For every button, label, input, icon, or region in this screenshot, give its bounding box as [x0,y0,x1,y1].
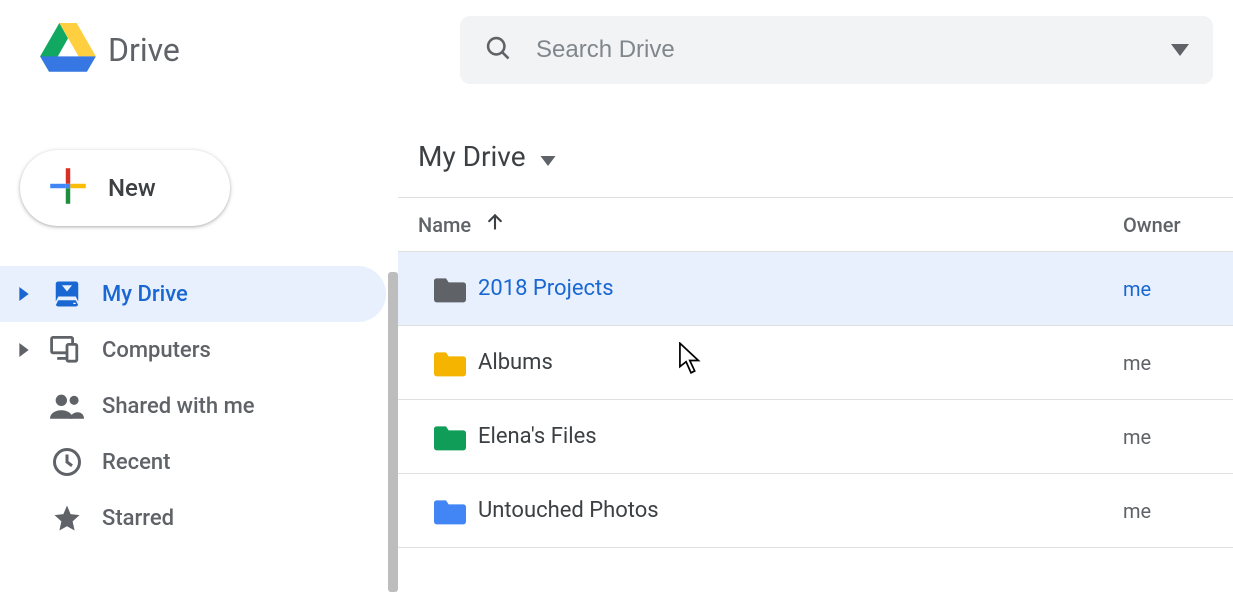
expand-icon[interactable] [16,343,32,357]
chevron-down-icon [540,140,556,173]
sidebar-item-label: Computers [102,338,211,363]
sidebar-item-label: Starred [102,506,174,531]
shared-icon [50,393,84,419]
file-name: Albums [478,350,1123,375]
search-icon [484,34,512,66]
file-row[interactable]: 2018 Projectsme [398,252,1233,326]
file-row[interactable]: Untouched Photosme [398,474,1233,548]
sidebar-item-shared[interactable]: Shared with me [0,378,386,434]
expand-icon[interactable] [16,287,32,301]
sidebar-item-label: My Drive [102,282,188,307]
column-headers: Name Owner [398,198,1233,252]
clock-icon [50,447,84,477]
folder-icon [434,497,478,525]
folder-icon [434,275,478,303]
breadcrumb-label: My Drive [418,140,526,173]
new-button[interactable]: New [20,150,230,226]
sort-ascending-icon[interactable] [485,212,505,237]
file-list: 2018 ProjectsmeAlbumsmeElena's FilesmeUn… [398,252,1233,548]
sidebar-nav: My Drive Computers [0,266,398,546]
search-input[interactable] [536,36,1147,64]
sidebar-item-computers[interactable]: Computers [0,322,386,378]
star-icon [50,503,84,533]
drive-logo-icon [40,23,96,77]
drive-logo-lockup[interactable]: Drive [40,23,460,77]
file-name: Untouched Photos [478,498,1123,523]
file-row[interactable]: Albumsme [398,326,1233,400]
file-owner: me [1123,277,1213,301]
new-button-label: New [108,174,156,202]
sidebar-item-label: Recent [102,450,170,475]
column-name[interactable]: Name [418,212,1123,237]
computers-icon [50,336,84,364]
column-name-label: Name [418,213,471,237]
folder-icon [434,423,478,451]
column-owner[interactable]: Owner [1123,213,1213,237]
plus-icon [48,166,88,210]
file-owner: me [1123,499,1213,523]
sidebar-item-recent[interactable]: Recent [0,434,386,490]
app-title: Drive [108,31,180,69]
file-name: 2018 Projects [478,276,1123,301]
folder-icon [434,349,478,377]
breadcrumb[interactable]: My Drive [398,140,1233,197]
file-name: Elena's Files [478,424,1123,449]
column-owner-label: Owner [1123,213,1181,237]
drive-icon [50,279,84,309]
sidebar-item-starred[interactable]: Starred [0,490,386,546]
file-row[interactable]: Elena's Filesme [398,400,1233,474]
file-owner: me [1123,351,1213,375]
search-box[interactable] [460,16,1213,84]
scrollbar[interactable] [388,272,398,592]
file-owner: me [1123,425,1213,449]
sidebar-item-my-drive[interactable]: My Drive [0,266,386,322]
search-options-dropdown-icon[interactable] [1171,41,1189,60]
sidebar-item-label: Shared with me [102,394,255,419]
